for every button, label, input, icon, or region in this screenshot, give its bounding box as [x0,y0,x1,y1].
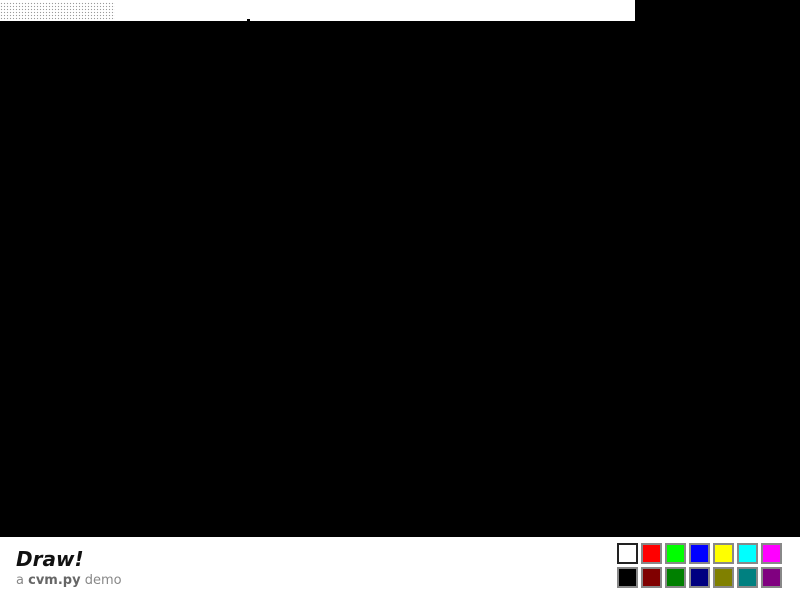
color-swatch[interactable] [713,567,734,588]
subtitle-suffix: demo [80,573,122,588]
app-subtitle: a cvm.py demo [16,573,122,589]
color-swatch[interactable] [665,543,686,564]
color-swatch[interactable] [641,543,662,564]
color-swatch[interactable] [737,567,758,588]
subtitle-prefix: a [16,573,29,588]
color-swatch[interactable] [665,567,686,588]
draw-app: Draw! a cvm.py demo [0,0,800,600]
color-swatch[interactable] [617,567,638,588]
painted-strip [0,0,635,21]
color-swatch[interactable] [689,543,710,564]
app-title: Draw! [16,547,84,571]
drawing-canvas[interactable] [0,21,800,537]
footer-bar: Draw! a cvm.py demo [0,537,800,600]
dithered-stroke [0,2,115,20]
color-swatch[interactable] [713,543,734,564]
color-swatch[interactable] [617,543,638,564]
color-swatch[interactable] [761,567,782,588]
color-swatch[interactable] [689,567,710,588]
color-swatch[interactable] [761,543,782,564]
color-swatch[interactable] [641,567,662,588]
color-swatch[interactable] [737,543,758,564]
subtitle-name: cvm.py [28,573,81,588]
color-palette [617,543,782,588]
